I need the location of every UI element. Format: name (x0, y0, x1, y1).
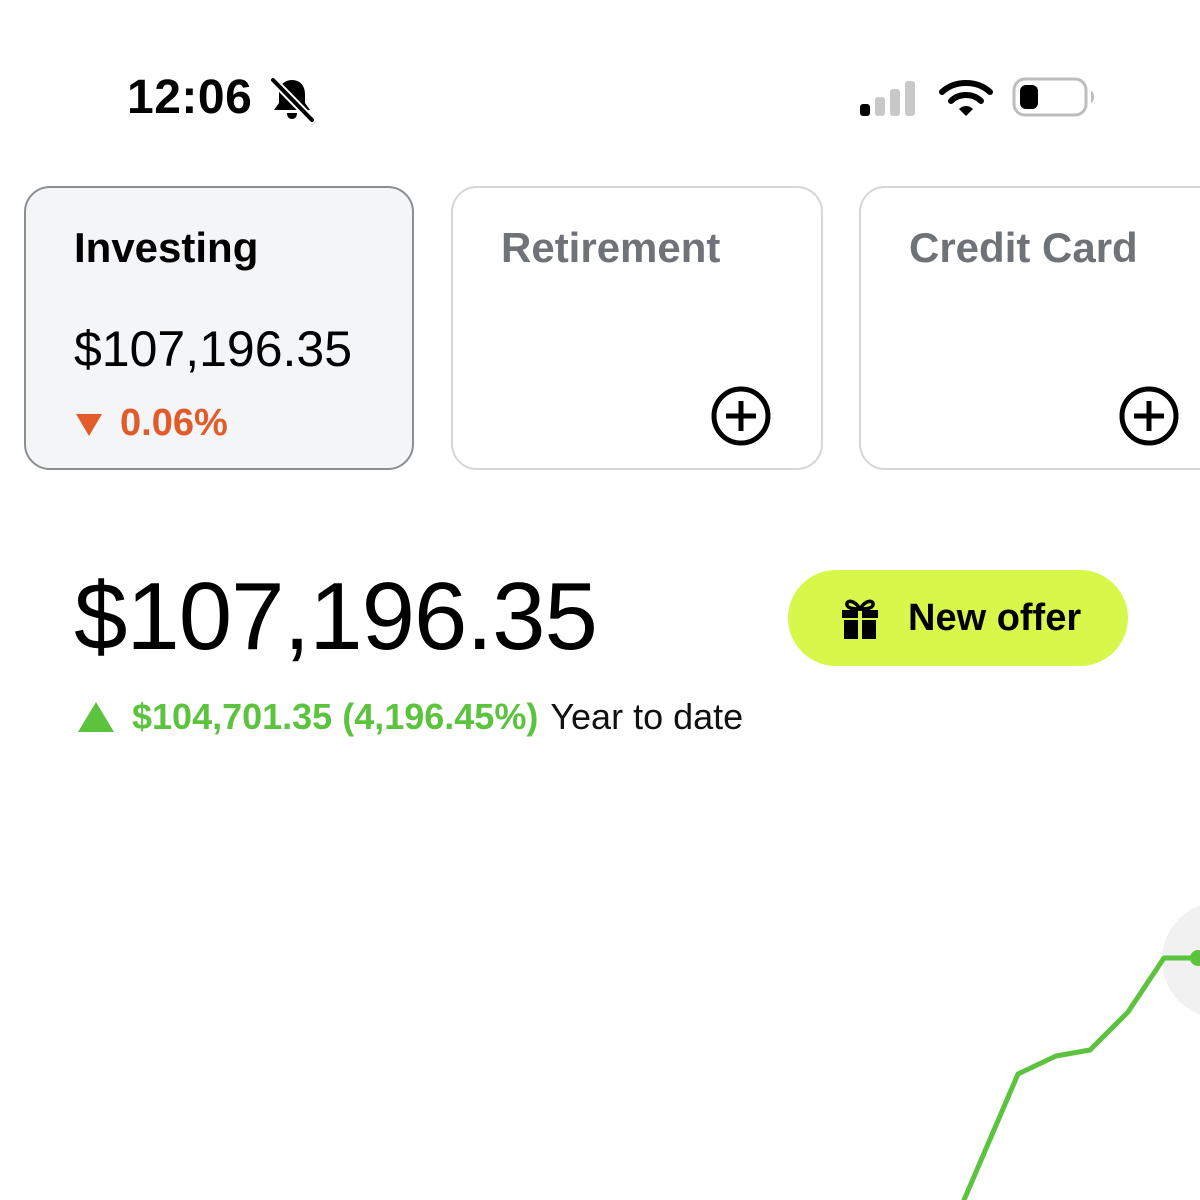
card-title: Retirement (501, 224, 721, 271)
card-value: $107,196.35 (74, 321, 353, 377)
portfolio-chart[interactable] (0, 820, 1200, 1200)
wifi-icon (939, 80, 993, 116)
ytd-period-label: Year to date (550, 696, 744, 737)
ytd-change-value: $104,701.35 (4,196.45%) (132, 696, 539, 737)
account-card-investing[interactable]: Investing $107,196.35 0.06% (24, 186, 414, 470)
plus-circle-icon[interactable] (1117, 384, 1181, 448)
status-time: 12:06 (127, 71, 253, 124)
card-title: Credit Card (909, 224, 1138, 271)
ytd-change-row: $104,701.35 (4,196.45%) Year to date (78, 696, 743, 738)
cellular-signal-icon (860, 81, 915, 116)
portfolio-balance: $107,196.35 (74, 563, 598, 670)
card-change-value: 0.06% (120, 402, 228, 444)
new-offer-button[interactable]: New offer (788, 570, 1128, 666)
chart-line (961, 955, 1200, 1200)
account-card-credit-card[interactable]: Credit Card (859, 186, 1200, 470)
card-change: 0.06% (76, 402, 228, 445)
offer-label: New offer (908, 596, 1082, 639)
up-triangle-icon (78, 702, 114, 732)
battery-icon (1012, 77, 1094, 117)
plus-circle-icon[interactable] (709, 384, 773, 448)
gift-icon (842, 599, 878, 639)
account-card-retirement[interactable]: Retirement (451, 186, 823, 470)
down-triangle-icon (76, 413, 102, 436)
bell-slash-icon (269, 76, 316, 122)
card-title: Investing (74, 224, 259, 271)
